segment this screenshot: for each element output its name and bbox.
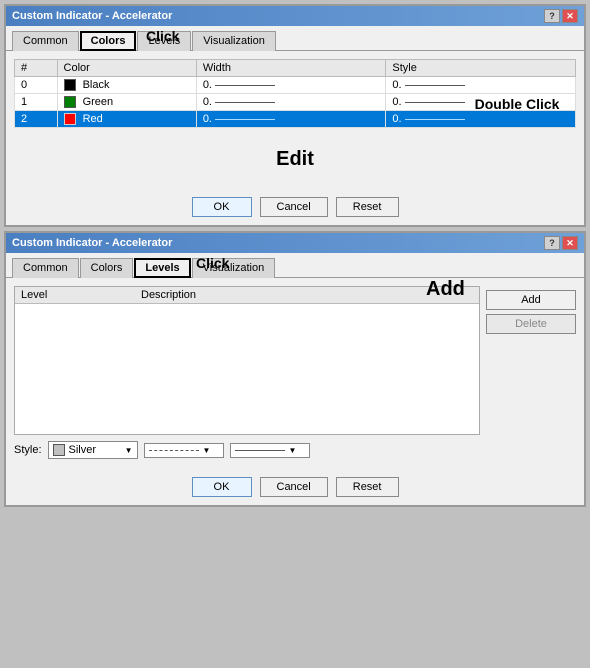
levels-list-header: Level Description bbox=[15, 287, 479, 304]
style-color-select[interactable]: Silver ▼ bbox=[48, 441, 138, 459]
close-button-1[interactable]: ✕ bbox=[562, 9, 578, 23]
title-1: Custom Indicator - Accelerator bbox=[12, 10, 172, 22]
delete-button[interactable]: Delete bbox=[486, 314, 576, 334]
level-col-header: Level bbox=[21, 289, 101, 301]
width-line-0 bbox=[215, 85, 275, 86]
tab-common-2[interactable]: Common bbox=[12, 258, 79, 278]
col-header-style: Style bbox=[386, 60, 576, 77]
click-annotation-2: Click bbox=[196, 255, 229, 271]
row2-color: Red bbox=[57, 111, 196, 128]
dialog2: Custom Indicator - Accelerator ? ✕ Click… bbox=[0, 231, 590, 507]
click-annotation-1: Click bbox=[146, 28, 179, 44]
tab-colors-2[interactable]: Colors bbox=[80, 258, 134, 278]
title-2: Custom Indicator - Accelerator bbox=[12, 237, 172, 249]
title-buttons-1: ? ✕ bbox=[544, 9, 578, 23]
row2-num: 2 bbox=[15, 111, 58, 128]
color-swatch-red bbox=[64, 113, 76, 125]
row2-style: 0. bbox=[386, 111, 576, 128]
table-row-selected[interactable]: 2 Red 0. 0. bbox=[15, 111, 576, 128]
style-dropdown-arrow: ▼ bbox=[125, 446, 133, 455]
row0-color: Black bbox=[57, 77, 196, 94]
help-button-1[interactable]: ? bbox=[544, 9, 560, 23]
dashed-line-preview bbox=[149, 450, 199, 451]
col-header-num: # bbox=[15, 60, 58, 77]
cancel-button-2[interactable]: Cancel bbox=[260, 477, 328, 497]
title-bar-2: Custom Indicator - Accelerator ? ✕ bbox=[6, 233, 584, 253]
color-swatch-black bbox=[64, 79, 76, 91]
tab-colors-1[interactable]: Colors bbox=[80, 31, 137, 51]
dialog2-window: Custom Indicator - Accelerator ? ✕ Click… bbox=[4, 231, 586, 507]
colors-table: # Color Width Style 0 Black 0. bbox=[14, 59, 576, 128]
tab-levels-2[interactable]: Levels bbox=[134, 258, 190, 278]
dialog1-footer: OK Cancel Reset bbox=[6, 189, 584, 225]
levels-buttons: Add Add Delete bbox=[486, 286, 576, 435]
row0-width: 0. bbox=[196, 77, 386, 94]
tab-bar-1: Common Colors Levels Visualization bbox=[6, 26, 584, 50]
cancel-button-1[interactable]: Cancel bbox=[260, 197, 328, 217]
style-color-value: Silver bbox=[69, 444, 97, 456]
style-line-0 bbox=[405, 85, 465, 86]
levels-list-panel: Level Description bbox=[14, 286, 480, 435]
dialog2-footer: OK Cancel Reset bbox=[6, 469, 584, 505]
width-line-2 bbox=[215, 119, 275, 120]
dialog1-content: # Color Width Style 0 Black 0. bbox=[6, 50, 584, 189]
row0-style: 0. bbox=[386, 77, 576, 94]
line-width-select[interactable]: ▼ bbox=[230, 443, 310, 458]
row1-width: 0. bbox=[196, 94, 386, 111]
row1-num: 1 bbox=[15, 94, 58, 111]
add-annotation: Add bbox=[426, 278, 465, 301]
style-label: Style: bbox=[14, 444, 42, 456]
table-row[interactable]: 1 Green 0. 0. Doubl bbox=[15, 94, 576, 111]
row1-color: Green bbox=[57, 94, 196, 111]
title-bar-1: Custom Indicator - Accelerator ? ✕ bbox=[6, 6, 584, 26]
double-click-annotation: Double Click bbox=[475, 96, 560, 112]
color-swatch-green bbox=[64, 96, 76, 108]
levels-style-row: Style: Silver ▼ ▼ ▼ bbox=[14, 435, 576, 461]
close-button-2[interactable]: ✕ bbox=[562, 236, 578, 250]
row0-num: 0 bbox=[15, 77, 58, 94]
line-style-arrow: ▼ bbox=[203, 446, 211, 455]
tab-visualization-1[interactable]: Visualization bbox=[192, 31, 276, 51]
ok-button-2[interactable]: OK bbox=[192, 477, 252, 497]
ok-button-1[interactable]: OK bbox=[192, 197, 252, 217]
reset-button-1[interactable]: Reset bbox=[336, 197, 399, 217]
silver-swatch bbox=[53, 444, 65, 456]
description-col-header: Description bbox=[141, 289, 196, 301]
row2-width: 0. bbox=[196, 111, 386, 128]
col-header-color: Color bbox=[57, 60, 196, 77]
add-button[interactable]: Add bbox=[486, 290, 576, 310]
width-line-1 bbox=[215, 102, 275, 103]
reset-button-2[interactable]: Reset bbox=[336, 477, 399, 497]
style-line-2 bbox=[405, 119, 465, 120]
tab-bar-2: Common Colors Levels Visualization bbox=[6, 253, 584, 277]
style-line-1 bbox=[405, 102, 465, 103]
line-style-select[interactable]: ▼ bbox=[144, 443, 224, 458]
tab-common-1[interactable]: Common bbox=[12, 31, 79, 51]
dialog1: Custom Indicator - Accelerator ? ✕ Click… bbox=[0, 4, 590, 227]
help-button-2[interactable]: ? bbox=[544, 236, 560, 250]
title-buttons-2: ? ✕ bbox=[544, 236, 578, 250]
line-width-arrow: ▼ bbox=[289, 446, 297, 455]
dialog1-window: Custom Indicator - Accelerator ? ✕ Click… bbox=[4, 4, 586, 227]
dialog2-content: Level Description Add Add Delete bbox=[6, 277, 584, 469]
table-row[interactable]: 0 Black 0. 0. bbox=[15, 77, 576, 94]
row1-style: 0. Double Click bbox=[386, 94, 576, 111]
levels-container: Level Description Add Add Delete bbox=[14, 286, 576, 435]
col-header-width: Width bbox=[196, 60, 386, 77]
levels-list-body bbox=[15, 304, 479, 434]
solid-line-preview bbox=[235, 450, 285, 451]
edit-annotation: Edit bbox=[14, 128, 576, 181]
